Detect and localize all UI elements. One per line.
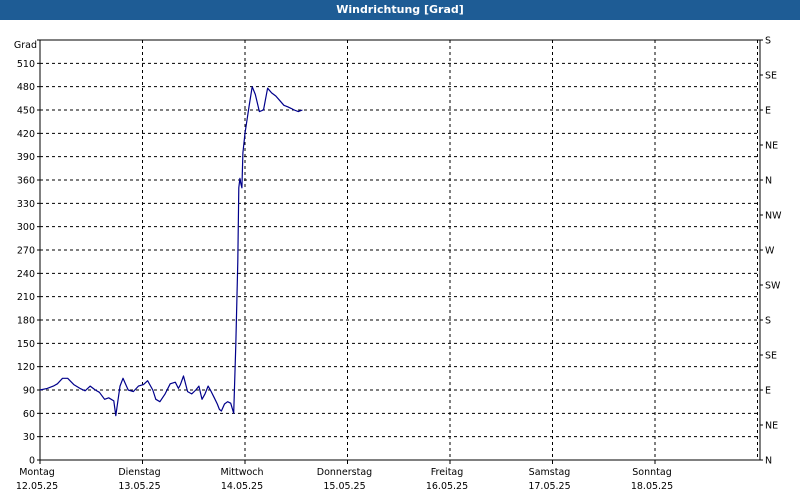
y-tick-label: 240 — [17, 269, 35, 280]
y-tick-label: 90 — [23, 386, 35, 397]
compass-label: SW — [765, 281, 781, 292]
y-tick-label: 360 — [17, 176, 35, 187]
y-tick-label: 480 — [17, 82, 35, 93]
y-tick-label: 0 — [29, 456, 35, 467]
y-tick-label: 420 — [17, 129, 35, 140]
y-tick-label: 450 — [17, 106, 35, 117]
compass-label: SE — [765, 351, 777, 362]
compass-label: S — [765, 36, 771, 47]
x-date-label: 14.05.25 — [221, 481, 263, 492]
y-tick-label: 60 — [23, 409, 35, 420]
compass-label: N — [765, 456, 772, 467]
y-tick-label: 150 — [17, 339, 35, 350]
compass-label: E — [765, 106, 771, 117]
x-date-label: 16.05.25 — [426, 481, 468, 492]
x-day-label: Sonntag — [632, 467, 671, 478]
y-tick-label: 270 — [17, 246, 35, 257]
y-tick-label: 390 — [17, 152, 35, 163]
x-day-label: Montag — [19, 467, 55, 478]
y-tick-label: 510 — [17, 59, 35, 70]
compass-label: W — [765, 246, 775, 257]
x-date-label: 17.05.25 — [528, 481, 570, 492]
x-date-label: 13.05.25 — [118, 481, 160, 492]
compass-label: NE — [765, 141, 778, 152]
x-day-label: Donnerstag — [317, 467, 372, 478]
y-tick-label: 300 — [17, 222, 35, 233]
chart-title: Windrichtung [Grad] — [0, 0, 800, 20]
x-day-label: Dienstag — [118, 467, 160, 478]
x-day-label: Mittwoch — [220, 467, 263, 478]
y-tick-label: 180 — [17, 316, 35, 327]
x-date-label: 15.05.25 — [323, 481, 365, 492]
y-tick-label: 30 — [23, 432, 35, 443]
y-axis-title: Grad — [14, 40, 37, 51]
compass-label: NW — [765, 211, 782, 222]
compass-label: NE — [765, 421, 778, 432]
compass-label: N — [765, 176, 772, 187]
x-day-label: Freitag — [431, 467, 464, 478]
compass-label: S — [765, 316, 771, 327]
x-day-label: Samstag — [529, 467, 571, 478]
compass-label: E — [765, 386, 771, 397]
y-tick-label: 330 — [17, 199, 35, 210]
x-date-label: 18.05.25 — [631, 481, 673, 492]
y-tick-label: 120 — [17, 362, 35, 373]
x-date-label: 12.05.25 — [16, 481, 58, 492]
compass-label: SE — [765, 71, 777, 82]
y-tick-label: 210 — [17, 292, 35, 303]
wind-direction-chart: 0 30 60 90 120 150 180 210 240 270 300 330 360 390 420… — [14, 36, 782, 493]
